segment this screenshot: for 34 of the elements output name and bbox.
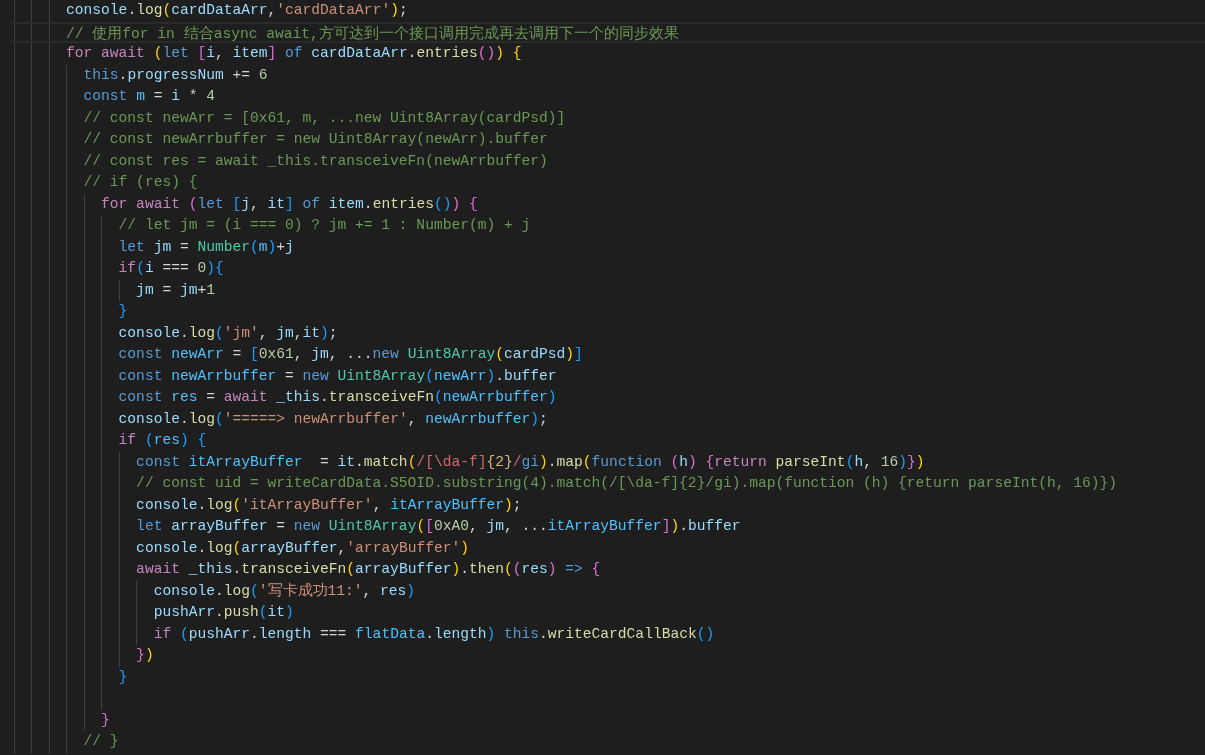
- code-line: }: [117, 302, 128, 321]
- code-line: let arrayBuffer = new Uint8Array([0xA0, jm, ...itArrayBuffer]).buffer: [135, 517, 741, 536]
- code-line: const itArrayBuffer = it.match(/[\da-f]{2}/gi).map(function (h) {return parseInt(h, 16)}): [135, 452, 925, 472]
- code-line: jm = jm+1: [135, 280, 215, 300]
- code-line: // if (res) {: [82, 173, 198, 192]
- code-line: console.log('jm', jm,it);: [117, 323, 338, 343]
- code-line: pushArr.push(it): [152, 603, 294, 622]
- code-line: console.log(cardDataArr,'cardDataArr');: [65, 1, 408, 20]
- code-line: if (res) {: [117, 431, 207, 450]
- code-line: this.progressNum += 6: [82, 65, 268, 85]
- code-line: let jm = Number(m)+j: [117, 237, 294, 257]
- code-line: if(i === 0){: [117, 259, 224, 278]
- code-line: // let jm = (i === 0) ? jm += 1 : Number(m) + j: [117, 216, 531, 235]
- code-line: const res = await _this.transceiveFn(newArrbuffer): [117, 388, 557, 407]
- code-line: console.log('itArrayBuffer', itArrayBuffer);: [135, 495, 522, 515]
- code-line: }: [117, 667, 128, 687]
- code-line: if (pushArr.length === flatData.length) this.writeCardCallBack(): [152, 624, 715, 644]
- code-line: // const res = await _this.transceiveFn(newArrbuffer): [82, 151, 548, 171]
- code-line: console.log('写卡成功11:', res): [152, 581, 416, 601]
- code-line: for await (let [i, item] of cardDataArr.entries()) {: [65, 44, 522, 63]
- code-line: }: [100, 710, 110, 730]
- code-line: // }: [82, 732, 119, 751]
- code-line: console.log(arrayBuffer,'arrayBuffer'): [135, 538, 469, 558]
- code-line: await _this.transceiveFn(arrayBuffer).then((res) => {: [135, 560, 601, 579]
- code-line: const newArr = [0x61, jm, ...new Uint8Array(cardPsd)]: [117, 345, 583, 364]
- code-line: // 使用for in 结合async await,方可达到一个接口调用完成再去调用下一个的同步效果: [65, 24, 679, 44]
- code-line: const newArrbuffer = new Uint8Array(newArr).buffer: [117, 366, 557, 386]
- code-line: // const newArr = [0x61, m, ...new Uint8Array(cardPsd)]: [82, 108, 566, 128]
- code-line: // const uid = writeCardData.S5OID.substring(4).match(/[\da-f]{2}/gi).map(function (h) {return parseInt(h, 16)}): [135, 474, 1117, 493]
- code-line: }): [135, 646, 154, 665]
- code-line: // const newArrbuffer = new Uint8Array(newArr).buffer: [82, 130, 548, 149]
- code-line: for await (let [j, it] of item.entries()) {: [100, 194, 478, 214]
- code-line: const m = i * 4: [82, 87, 215, 106]
- code-line: console.log('=====> newArrbuffer', newArrbuffer);: [117, 409, 548, 429]
